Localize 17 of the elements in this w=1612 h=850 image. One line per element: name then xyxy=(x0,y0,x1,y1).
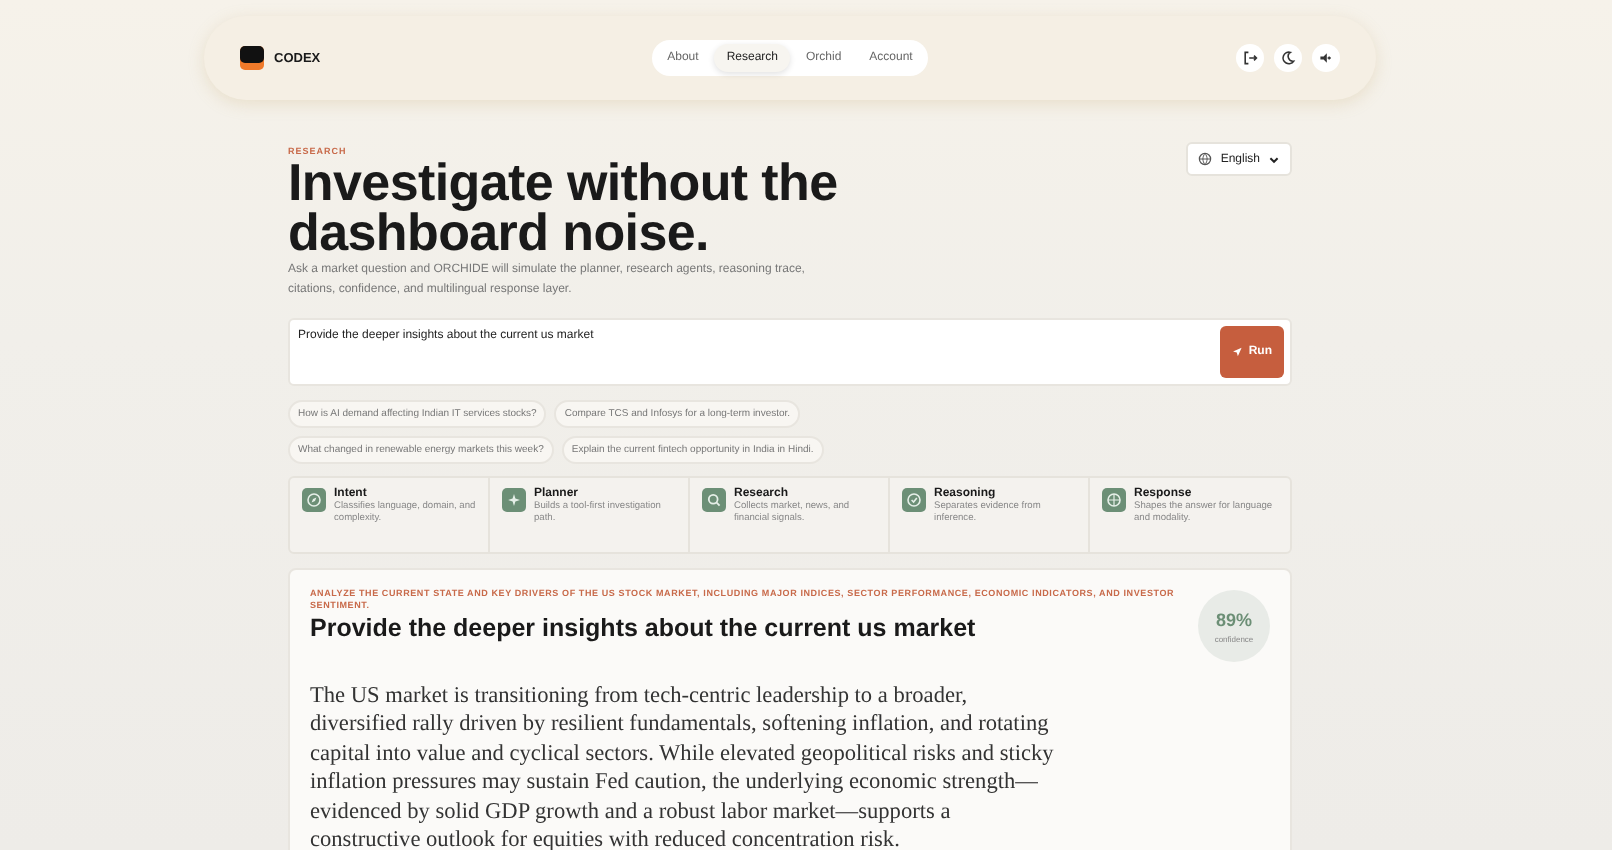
moon-icon xyxy=(1279,50,1296,66)
confidence-value: 89% xyxy=(1215,609,1252,629)
compass-icon xyxy=(302,488,326,512)
chevron-down-icon xyxy=(1268,153,1280,165)
logout-icon xyxy=(1241,50,1258,66)
logout-button[interactable] xyxy=(1235,44,1264,72)
page-title: Investigate without the dashboard noise. xyxy=(288,158,840,258)
result-title: Provide the deeper insights about the current us market xyxy=(310,614,978,642)
logo-icon xyxy=(240,46,264,70)
send-icon xyxy=(1232,346,1243,358)
search-icon xyxy=(702,488,726,512)
sparkle-icon xyxy=(502,488,526,512)
theme-button[interactable] xyxy=(1273,44,1302,72)
globe-icon xyxy=(1198,152,1213,166)
speaker-icon xyxy=(1317,50,1334,66)
sound-button[interactable] xyxy=(1311,44,1340,72)
globe-icon xyxy=(1102,488,1126,512)
